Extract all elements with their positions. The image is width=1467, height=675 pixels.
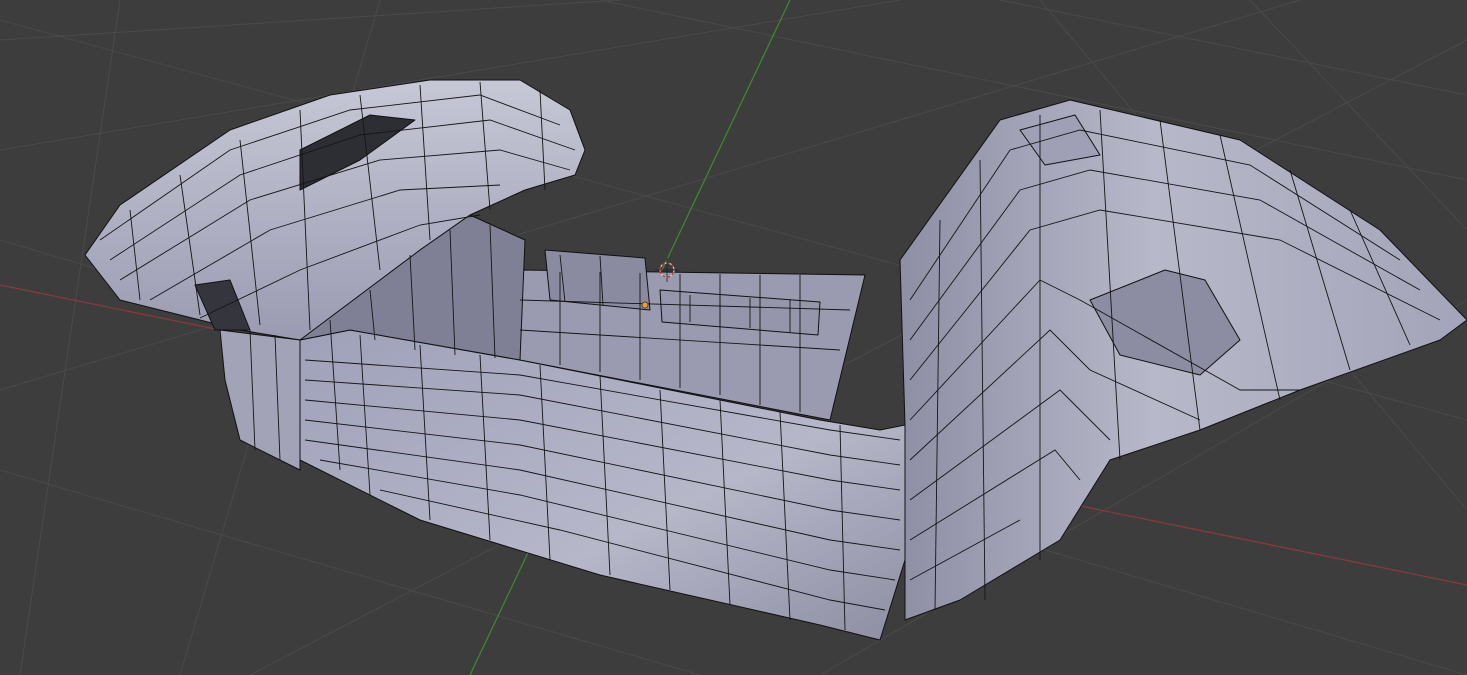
- viewport-canvas[interactable]: [0, 0, 1467, 675]
- left-lower-panel: [219, 329, 301, 471]
- 3d-viewport[interactable]: [0, 0, 1467, 675]
- object-origin-icon[interactable]: [641, 301, 649, 309]
